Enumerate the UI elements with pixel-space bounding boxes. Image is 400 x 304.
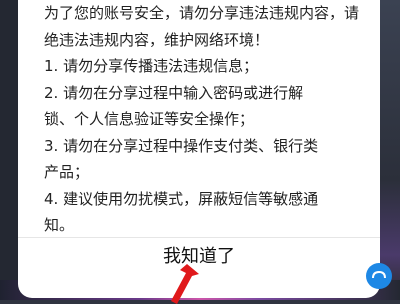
red-arrow-icon bbox=[171, 264, 199, 304]
message-line: 2. 请勿在分享过程中输入密码或进行解 bbox=[44, 83, 304, 102]
message-line: 知。 bbox=[44, 216, 75, 234]
message-line: 为了您的账号安全，请勿分享违法违规内容，请 bbox=[44, 4, 360, 22]
share-warning-dialog: 为了您的账号安全，请勿分享违法违规内容，请 绝违法违规内容，维护网络环境！ 1.… bbox=[18, 0, 380, 298]
message-line: 3. 请勿在分享过程中操作支付类、银行类 bbox=[44, 136, 319, 155]
chat-bubble-icon bbox=[366, 263, 392, 289]
background-left-strip bbox=[0, 0, 18, 300]
dialog-message: 为了您的账号安全，请勿分享违法违规内容，请 绝违法违规内容，维护网络环境！ 1.… bbox=[44, 0, 374, 239]
message-line: 绝违法违规内容，维护网络环境！ bbox=[44, 30, 270, 49]
message-line: 1. 请勿分享传播违法违规信息； bbox=[44, 57, 259, 75]
message-line: 4. 建议使用勿扰模式，屏蔽短信等敏感通 bbox=[44, 189, 319, 208]
message-line: 锁、个人信息验证等安全操作； bbox=[44, 110, 255, 128]
message-line: 产品； bbox=[44, 163, 90, 181]
